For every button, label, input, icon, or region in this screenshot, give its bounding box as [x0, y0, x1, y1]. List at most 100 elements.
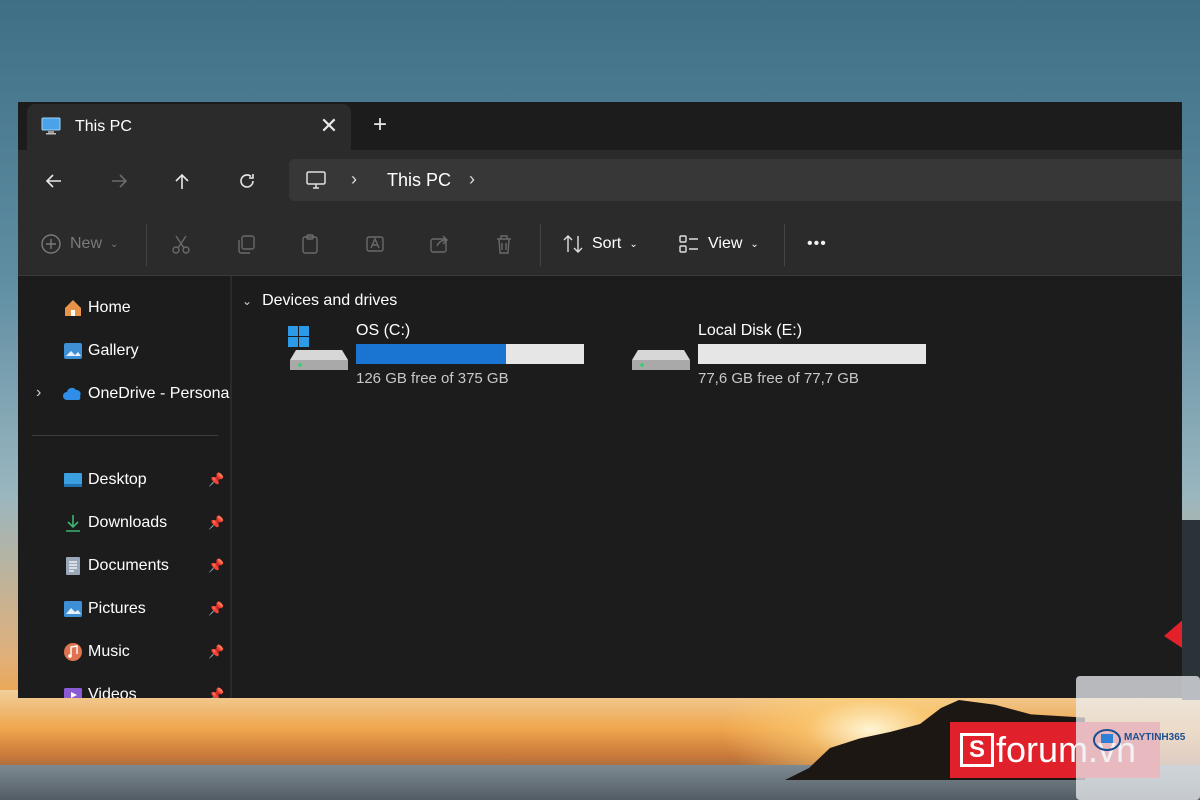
downloads-icon: [66, 515, 80, 532]
videos-icon: [64, 688, 82, 698]
drive-item[interactable]: OS (C:) 126 GB free of 375 GB: [288, 320, 588, 390]
view-button[interactable]: View ⌄: [678, 232, 759, 256]
sort-label: Sort: [592, 235, 622, 252]
up-button[interactable]: [168, 167, 196, 195]
sidebar-item-label: OneDrive - Persona: [88, 385, 230, 402]
drive-name: Local Disk (E:): [698, 322, 803, 339]
pin-icon[interactable]: 📌: [208, 601, 224, 616]
sidebar-item-label: Videos: [88, 686, 137, 698]
command-bar: New ⌄ Sort ⌄ View ⌄ •••: [18, 212, 1182, 276]
navigation-bar: › This PC ›: [18, 150, 1182, 212]
cliff-silhouette: [1182, 520, 1200, 700]
maytinh-text: MAYTINH365: [1124, 732, 1186, 743]
rename-icon: [366, 236, 384, 252]
sidebar-item-pictures[interactable]: Pictures: [62, 597, 146, 621]
drive-free-space: 126 GB free of 375 GB: [356, 370, 509, 387]
chevron-down-icon: ⌄: [242, 294, 253, 308]
pin-icon[interactable]: 📌: [208, 558, 224, 573]
sidebar-item-videos[interactable]: Videos: [62, 683, 137, 698]
breadcrumb-this-pc[interactable]: This PC: [387, 170, 451, 191]
gallery-icon: [64, 343, 82, 359]
scissors-icon: [172, 235, 190, 254]
new-label: New: [70, 235, 103, 252]
new-button[interactable]: New ⌄: [40, 232, 118, 256]
expand-chevron-icon[interactable]: ›: [36, 384, 41, 402]
drive-item[interactable]: Local Disk (E:) 77,6 GB free of 77,7 GB: [630, 320, 930, 390]
clipboard-icon: [302, 234, 318, 254]
sidebar-item-label: Downloads: [88, 514, 168, 531]
pin-icon[interactable]: 📌: [208, 472, 224, 487]
pin-icon[interactable]: 📌: [208, 687, 224, 698]
chevron-down-icon: ⌄: [110, 238, 119, 250]
breadcrumb-chevron-icon[interactable]: ›: [351, 169, 357, 190]
cut-button[interactable]: [170, 232, 192, 256]
windows-drive-icon: [288, 326, 348, 370]
pin-icon[interactable]: 📌: [208, 644, 224, 659]
drive-usage-bar: [356, 344, 584, 364]
back-button[interactable]: [40, 167, 68, 195]
sidebar-item-gallery[interactable]: Gallery: [62, 339, 139, 363]
toolbar-divider: [784, 224, 785, 266]
maytinh-logo-icon: [1093, 729, 1121, 751]
main-content: ⌄ Devices and drives OS (C:) 126 GB free…: [232, 276, 1182, 698]
tab-this-pc[interactable]: This PC ✕: [27, 104, 351, 150]
view-label: View: [708, 235, 743, 252]
new-tab-button[interactable]: +: [368, 113, 392, 138]
breadcrumb-chevron-icon[interactable]: ›: [469, 169, 475, 190]
refresh-icon: [240, 174, 254, 188]
sidebar-item-label: Desktop: [88, 471, 147, 488]
group-label: Devices and drives: [262, 292, 398, 309]
navigation-pane: Home Gallery › OneDrive - Persona Deskto…: [18, 276, 230, 698]
address-bar[interactable]: › This PC ›: [289, 159, 1182, 201]
sidebar-item-music[interactable]: Music: [62, 640, 130, 664]
sidebar-item-label: Pictures: [88, 600, 146, 617]
view-icon: [679, 235, 698, 253]
copy-button[interactable]: [235, 232, 257, 256]
hard-drive-icon: [632, 350, 690, 370]
share-icon: [430, 235, 448, 253]
sforum-logo-icon: S: [960, 733, 994, 767]
chevron-down-icon: ⌄: [629, 238, 638, 250]
toolbar-divider: [540, 224, 541, 266]
sidebar-item-label: Music: [88, 643, 130, 660]
close-tab-button[interactable]: ✕: [317, 115, 341, 139]
refresh-button[interactable]: [233, 167, 261, 195]
tab-title: This PC: [75, 118, 132, 135]
pin-icon[interactable]: 📌: [208, 515, 224, 530]
plus-circle-icon: [41, 234, 61, 254]
desktop-icon: [64, 473, 82, 487]
more-options-button[interactable]: •••: [807, 232, 827, 256]
copy-icon: [238, 235, 255, 254]
sidebar-item-home[interactable]: Home: [62, 296, 131, 320]
back-arrow-icon: [45, 174, 61, 188]
trash-icon: [497, 235, 511, 254]
music-icon: [64, 643, 82, 661]
rename-button[interactable]: [364, 232, 386, 256]
sort-icon: [563, 235, 583, 253]
sidebar-item-documents[interactable]: Documents: [62, 554, 169, 578]
sidebar-item-label: Home: [88, 299, 131, 316]
sidebar-item-label: Documents: [88, 557, 169, 574]
home-icon: [65, 300, 81, 316]
sidebar-item-downloads[interactable]: Downloads: [62, 511, 167, 535]
share-button[interactable]: [428, 232, 450, 256]
file-explorer-window: This PC ✕ + › This PC › New ⌄ Sort ⌄ Vie…: [18, 102, 1182, 698]
tab-bar: This PC ✕ +: [18, 102, 1182, 150]
drive-usage-fill: [356, 344, 507, 364]
paste-button[interactable]: [299, 232, 321, 256]
up-arrow-icon: [175, 173, 189, 189]
drive-name: OS (C:): [356, 322, 411, 339]
drive-free-space: 77,6 GB free of 77,7 GB: [698, 370, 859, 387]
forward-button[interactable]: [105, 167, 133, 195]
sidebar-item-desktop[interactable]: Desktop: [62, 468, 147, 492]
forward-arrow-icon: [112, 174, 128, 188]
delete-button[interactable]: [493, 232, 515, 256]
monitor-icon: [41, 117, 61, 135]
sort-button[interactable]: Sort ⌄: [562, 232, 638, 256]
sidebar-item-onedrive[interactable]: OneDrive - Persona: [62, 382, 229, 406]
sidebar-item-label: Gallery: [88, 342, 139, 359]
sidebar-divider: [32, 435, 218, 436]
maytinh365-watermark: MAYTINH365: [1076, 676, 1200, 800]
group-header-devices[interactable]: ⌄ Devices and drives: [242, 292, 397, 310]
computer-icon: [306, 171, 326, 189]
